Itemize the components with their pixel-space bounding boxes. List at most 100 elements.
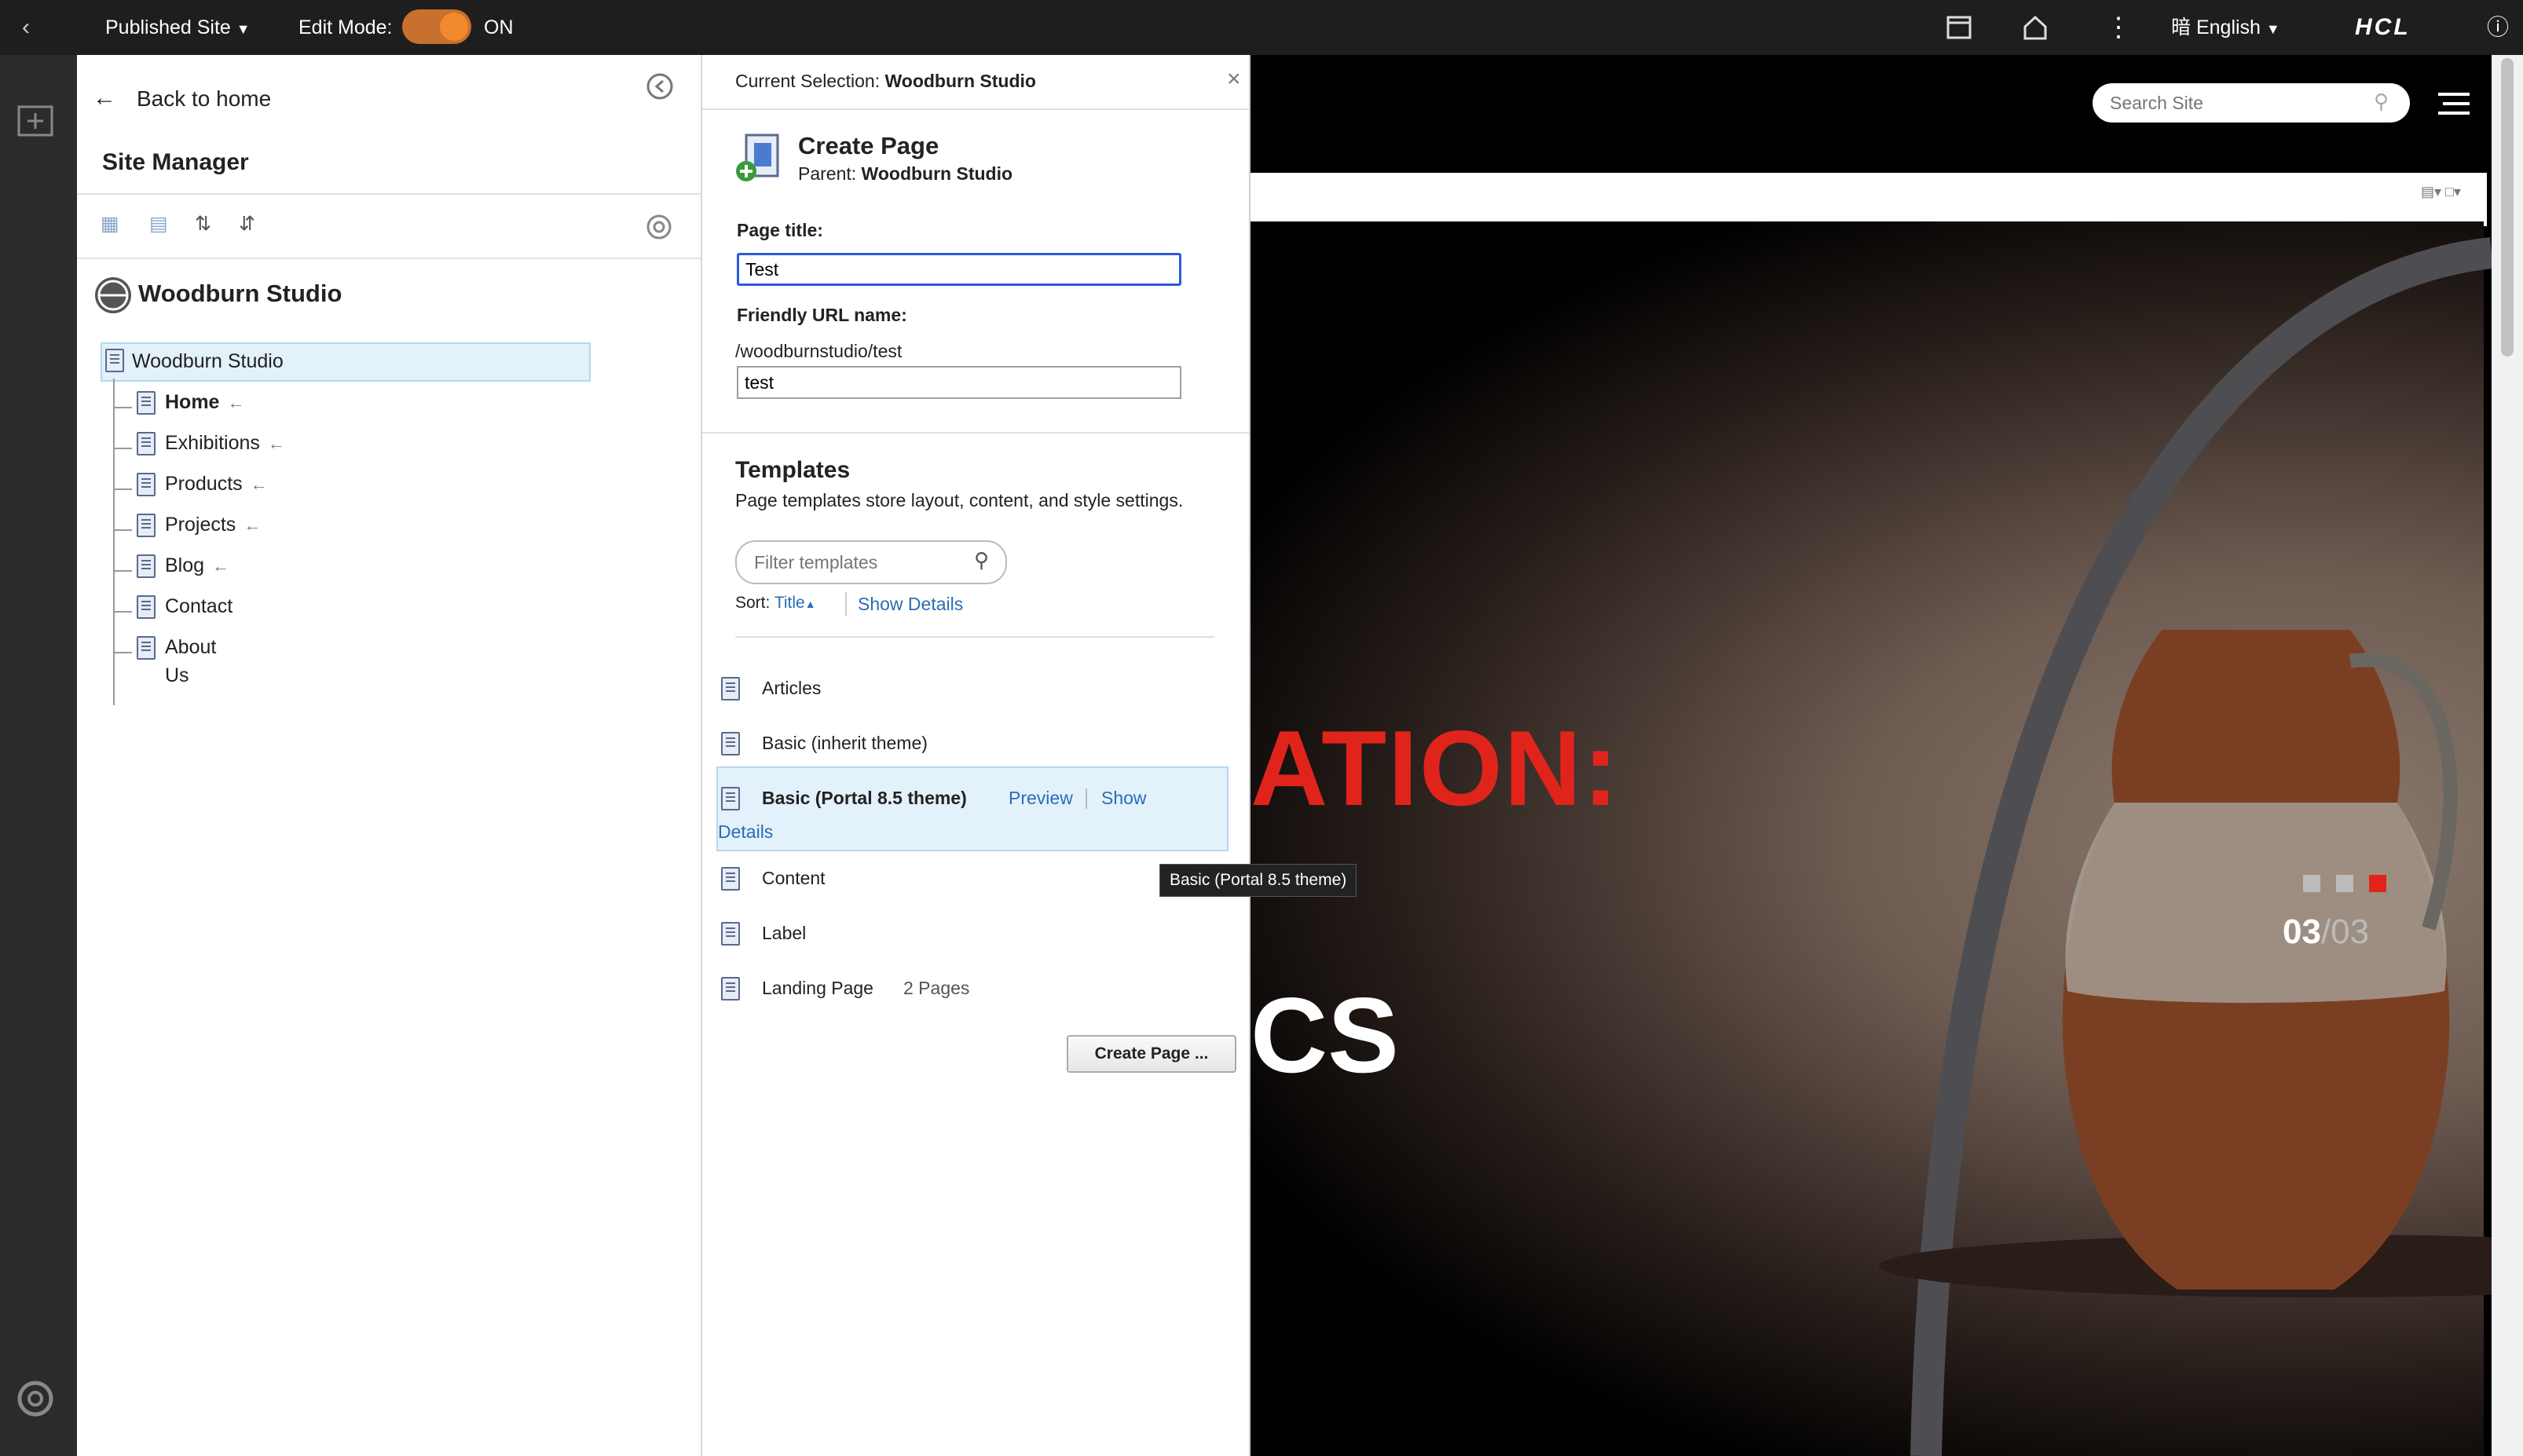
current-selection: Current Selection: Woodburn Studio — [735, 71, 1036, 92]
tree-item-projects[interactable]: Projects ← — [165, 510, 261, 539]
slide-total: /03 — [2320, 913, 2370, 951]
sort-ascending-icon: ▲ — [804, 598, 816, 610]
templates-description: Page templates store layout, content, an… — [735, 490, 1184, 510]
page-icon — [137, 473, 156, 496]
tree-item-products[interactable]: Products ← — [165, 470, 268, 498]
friendly-url-path: /woodburnstudio/test — [735, 341, 903, 361]
site-name: Woodburn Studio — [138, 280, 342, 307]
add-page-icon[interactable] — [17, 105, 53, 137]
template-show-details-link[interactable]: Show — [1101, 782, 1147, 814]
tree-branch — [113, 529, 132, 531]
layout-icon[interactable]: ▤▾ □▾ — [2421, 184, 2461, 200]
hero-headline: ATION: — [1251, 708, 1620, 828]
template-icon — [721, 787, 740, 810]
tree-item-home[interactable]: Home ← — [165, 388, 244, 416]
page-icon — [137, 595, 156, 619]
slide-dot-active[interactable] — [2369, 875, 2386, 892]
page-title-input[interactable] — [737, 253, 1181, 286]
site-selector-label: Published Site — [105, 16, 231, 38]
site-search[interactable]: ⚲ — [2093, 83, 2410, 123]
show-details-link[interactable]: Show Details — [858, 594, 963, 615]
page-icon — [137, 391, 156, 415]
top-toolbar: ‹ Published Site ▼ Edit Mode: ON ⋮ 暗 Eng… — [0, 0, 2523, 55]
back-arrow-icon[interactable]: ← — [93, 85, 116, 112]
arrow-left-icon: ← — [250, 474, 268, 494]
page-icon — [137, 432, 156, 455]
slide-dot[interactable] — [2336, 875, 2353, 892]
tree-branch — [113, 611, 132, 613]
divider — [77, 193, 701, 195]
divider — [77, 258, 701, 259]
back-chevron-icon[interactable]: ‹ — [22, 0, 30, 55]
site-selector[interactable]: Published Site ▼ — [105, 0, 251, 55]
close-icon[interactable]: × — [1227, 66, 1241, 93]
settings-globe-icon[interactable] — [646, 214, 672, 240]
search-icon[interactable]: ⚲ — [2374, 90, 2389, 114]
tree-item-label: Exhibitions — [165, 432, 260, 454]
arrow-left-icon: ← — [267, 434, 285, 453]
vase-image — [1879, 237, 2492, 1456]
divider — [702, 432, 1249, 434]
toggle-knob — [440, 13, 468, 41]
edit-mode-label: Edit Mode: — [298, 16, 393, 38]
tree-branch — [113, 652, 132, 653]
template-icon — [721, 922, 740, 946]
sort-title-link[interactable]: Title — [774, 594, 805, 612]
arrow-left-icon: ← — [244, 515, 262, 535]
page-icon — [137, 636, 156, 660]
site-preview: ⚲ ▤▾ □▾ 03/03 ATION: CS — [1251, 55, 2492, 1456]
scrollbar-thumb[interactable] — [2501, 58, 2514, 357]
tree-item-exhibitions[interactable]: Exhibitions ← — [165, 429, 285, 457]
tree-branch — [113, 570, 132, 572]
template-icon — [721, 867, 740, 891]
template-name: Basic (inherit theme) — [762, 733, 928, 753]
tree-item-blog[interactable]: Blog ← — [165, 551, 229, 580]
preview-icon[interactable] — [1946, 16, 1972, 39]
create-page-button[interactable]: Create Page ... — [1067, 1035, 1236, 1073]
tree-item-label: About Us — [165, 636, 217, 686]
template-preview-link[interactable]: Preview — [1009, 782, 1073, 814]
site-folder-icon — [105, 349, 124, 372]
filter-templates[interactable]: ⚲ — [735, 540, 1007, 584]
friendly-url-input[interactable] — [737, 366, 1181, 399]
tree-item-label: Contact — [165, 595, 233, 617]
page-title-label: Page title: — [737, 220, 823, 240]
back-to-home-link[interactable]: Back to home — [137, 86, 271, 112]
left-rail — [0, 55, 77, 1456]
parent-line: Parent: Woodburn Studio — [798, 163, 1012, 185]
parent-label: Parent: — [798, 163, 857, 184]
home-icon[interactable] — [2022, 14, 2049, 41]
new-page-icon[interactable]: ▦ — [101, 212, 119, 236]
collapse-panel-icon[interactable] — [646, 72, 674, 101]
more-vert-icon[interactable]: ⋮ — [2105, 0, 2132, 55]
search-icon[interactable]: ⚲ — [974, 548, 989, 573]
help-lifebuoy-icon[interactable] — [16, 1379, 55, 1418]
slide-dot[interactable] — [2303, 875, 2320, 892]
move-icon[interactable]: ⇅ — [195, 212, 211, 236]
divider — [735, 636, 1214, 638]
reorder-icon[interactable]: ⇵ — [239, 212, 255, 236]
tree-item-contact[interactable]: Contact — [165, 592, 233, 620]
tree-branch — [113, 448, 132, 449]
arrow-left-icon: ← — [227, 393, 245, 412]
tree-branch — [113, 407, 132, 408]
page-scrollbar[interactable] — [2492, 55, 2523, 1456]
tree-item-about-us[interactable]: About Us — [165, 633, 216, 686]
template-icon — [721, 677, 740, 701]
edit-mode-toggle[interactable] — [402, 9, 471, 44]
page-properties-icon[interactable]: ▤ — [149, 212, 168, 236]
sort-label: Sort: — [735, 594, 771, 612]
language-selector[interactable]: 暗 English ▼ — [2171, 0, 2280, 55]
template-icon — [721, 732, 740, 755]
hamburger-menu-icon[interactable] — [2438, 93, 2470, 116]
template-details-link[interactable]: Details — [718, 821, 773, 843]
arrow-left-icon: ← — [212, 556, 230, 576]
template-name: Label — [762, 923, 807, 943]
language-label: English — [2195, 16, 2261, 38]
current-selection-label: Current Selection: — [735, 71, 881, 91]
filter-templates-input[interactable] — [753, 550, 960, 575]
tree-branch — [113, 488, 132, 490]
info-icon[interactable]: ⓘ — [2487, 0, 2509, 55]
tree-item-label: Home — [165, 391, 220, 413]
site-search-input[interactable] — [2108, 90, 2363, 116]
